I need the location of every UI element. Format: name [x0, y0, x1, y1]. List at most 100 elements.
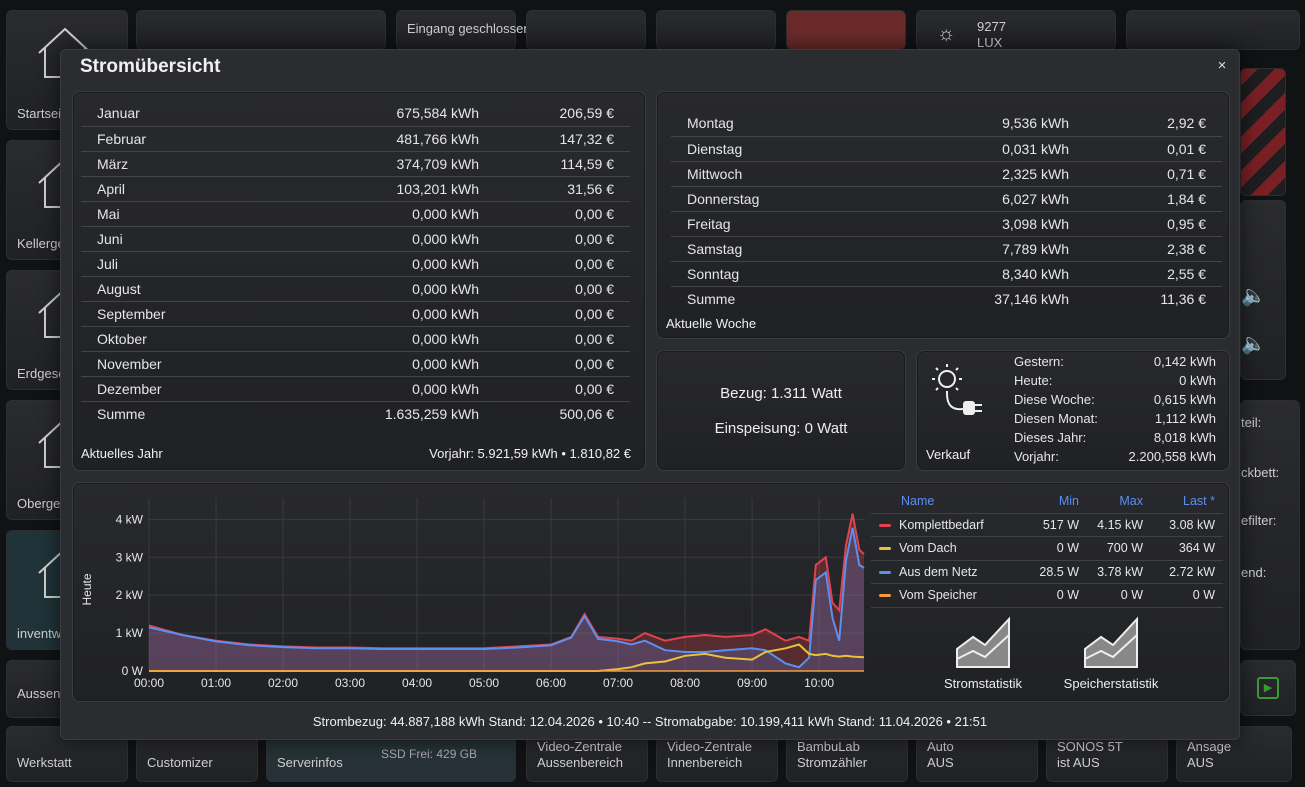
day-eur: 0,01 €	[1069, 136, 1222, 162]
verkauf-key: Heute:	[1014, 373, 1053, 388]
legend-swatch	[879, 570, 891, 574]
close-icon[interactable]: ×	[1213, 57, 1231, 75]
live-power-panel: Bezug: 1.311 Watt Einspeisung: 0 Watt	[656, 350, 906, 471]
legend-last: 2.72 kW	[1143, 560, 1223, 584]
verkauf-key: Diesen Monat:	[1014, 411, 1098, 426]
day-eur: 2,55 €	[1069, 261, 1222, 287]
verkauf-row: Vorjahr: 2.200,558 kWh	[1014, 447, 1216, 466]
month-label: Dezember	[81, 376, 281, 402]
day-eur: 0,71 €	[1069, 161, 1222, 187]
month-kwh: 103,201 kWh	[281, 176, 479, 202]
right-label: efilter:	[1241, 513, 1277, 528]
chart-panel: 0 W 1 kW 2 kW 3 kW 4 kW 00:00 01:00 02:00 03:00 0…	[72, 482, 1230, 702]
tile-top-3[interactable]	[526, 10, 646, 50]
bottom-tile-label: Ansage	[1187, 739, 1232, 754]
week-panel: Montag 9,536 kWh 2,92 € Dienstag 0,031 kWh 0,…	[656, 91, 1230, 339]
day-kwh: 3,098 kWh	[871, 211, 1069, 237]
x-tick-label: 09:00	[737, 676, 767, 690]
day-label: Sonntag	[671, 261, 871, 287]
tile-speaker[interactable]: 🔈 🔈	[1240, 200, 1286, 380]
week-row: Dienstag 0,031 kWh 0,01 €	[671, 136, 1222, 162]
y-tick-label: 2 kW	[116, 588, 144, 602]
legend-max: 4.15 kW	[1079, 513, 1143, 537]
area-chart-icon	[956, 616, 1010, 668]
week-row: Summe 37,146 kWh 11,36 €	[671, 286, 1222, 311]
month-kwh: 0,000 kWh	[281, 276, 479, 302]
verkauf-row: Gestern: 0,142 kWh	[1014, 352, 1216, 371]
legend-name: Vom Dach	[899, 541, 957, 556]
year-row: Januar 675,584 kWh 206,59 €	[81, 101, 630, 127]
month-label: November	[81, 351, 281, 377]
x-tick-label: 06:00	[536, 676, 566, 690]
verkauf-label: Verkauf	[926, 447, 971, 462]
legend-name: Vom Speicher	[899, 588, 977, 603]
play-icon: ▶	[1257, 677, 1279, 699]
tile-striped	[1240, 68, 1286, 196]
year-row: November 0,000 kWh 0,00 €	[81, 351, 630, 377]
legend-row[interactable]: Aus dem Netz 28.5 W 3.78 kW 2.72 kW	[871, 560, 1223, 584]
legend-row[interactable]: Vom Dach 0 W 700 W 364 W	[871, 536, 1223, 561]
legend-name: Aus dem Netz	[899, 564, 978, 579]
year-row: August 0,000 kWh 0,00 €	[81, 276, 630, 302]
tile-eingang[interactable]: Eingang geschlossen	[396, 10, 531, 50]
lux-value: 9277 LUX	[977, 19, 1006, 50]
day-eur: 11,36 €	[1160, 290, 1206, 307]
tile-lux[interactable]: ☼ 9277 LUX	[916, 10, 1116, 50]
x-tick-label: 03:00	[335, 676, 365, 690]
legend-last: 0 W	[1143, 583, 1223, 608]
year-row: Mai 0,000 kWh 0,00 €	[81, 201, 630, 227]
month-eur: 0,00 €	[479, 226, 630, 252]
week-footer-label: Aktuelle Woche	[666, 316, 757, 331]
week-row: Mittwoch 2,325 kWh 0,71 €	[671, 161, 1222, 187]
month-eur: 0,00 €	[479, 251, 630, 277]
legend-header-min: Min	[1021, 490, 1079, 514]
day-label: Montag	[671, 111, 871, 137]
day-kwh: 9,536 kWh	[871, 111, 1069, 137]
verkauf-value: 8,018 kWh	[1153, 430, 1216, 445]
solar-plug-icon	[932, 364, 982, 415]
tile-label: Aussenbereich	[17, 685, 103, 703]
year-footer-previous: Vorjahr: 5.921,59 kWh • 1.810,82 €	[429, 446, 631, 461]
right-label: ckbett:	[1241, 465, 1280, 480]
legend-table: Name Min Max Last * Komplettbedarf 517 W4…	[871, 490, 1223, 608]
tile-top-1[interactable]	[136, 10, 386, 50]
speicherstatistik-button[interactable]: Speicherstatistik	[1056, 615, 1166, 691]
verkauf-value: 0,615 kWh	[1153, 392, 1216, 407]
verkauf-row: Dieses Jahr: 8,018 kWh	[1014, 428, 1216, 447]
legend-swatch	[879, 547, 891, 551]
power-chart[interactable]: 0 W1 kW2 kW3 kW4 kW00:00 01:00 02:00 03:00 0…	[73, 483, 873, 703]
tile-top-4[interactable]	[656, 10, 776, 50]
bottom-tile-label: Auto	[927, 739, 954, 754]
bottom-tile-sublabel: Stromzähler	[797, 755, 868, 770]
tile-play[interactable]: ▶	[1240, 660, 1296, 716]
y-tick-label: 4 kW	[116, 512, 144, 526]
verkauf-key: Vorjahr:	[1014, 449, 1059, 464]
speaker-icon: 🔈	[1241, 333, 1266, 355]
month-label: August	[81, 276, 281, 302]
verkauf-values: Gestern: 0,142 kWh Heute: 0 kWh Diese Woche:…	[1014, 352, 1216, 466]
stromstatistik-button[interactable]: Stromstatistik	[928, 615, 1038, 691]
legend-max: 3.78 kW	[1079, 560, 1143, 584]
verkauf-value: 2.200,558 kWh	[1128, 449, 1216, 464]
legend-min: 28.5 W	[1021, 560, 1079, 584]
legend-header-last: Last *	[1143, 490, 1223, 514]
month-eur: 0,00 €	[479, 301, 630, 327]
month-eur: 31,56 €	[479, 176, 630, 202]
bottom-tile-sublabel: ist AUS	[1057, 755, 1100, 770]
modal-title: Stromübersicht	[80, 56, 221, 77]
verkauf-key: Gestern:	[1014, 354, 1064, 369]
legend-max: 700 W	[1079, 536, 1143, 561]
week-table: Montag 9,536 kWh 2,92 € Dienstag 0,031 kWh 0,…	[671, 111, 1222, 311]
legend-row[interactable]: Vom Speicher 0 W0 W0 W	[871, 583, 1223, 608]
month-kwh: 1.635,259 kWh	[384, 405, 479, 422]
day-kwh: 6,027 kWh	[871, 186, 1069, 212]
legend-row[interactable]: Komplettbedarf 517 W 4.15 kW 3.08 kW	[871, 513, 1223, 537]
month-label: Summe	[97, 405, 146, 422]
month-kwh: 0,000 kWh	[281, 351, 479, 377]
year-row: Summe 1.635,259 kWh 500,06 €	[81, 401, 630, 426]
tile-alarm[interactable]	[786, 10, 906, 50]
year-row: Dezember 0,000 kWh 0,00 €	[81, 376, 630, 402]
legend-last: 364 W	[1143, 536, 1223, 561]
day-kwh: 2,325 kWh	[871, 161, 1069, 187]
month-kwh: 481,766 kWh	[281, 126, 479, 152]
